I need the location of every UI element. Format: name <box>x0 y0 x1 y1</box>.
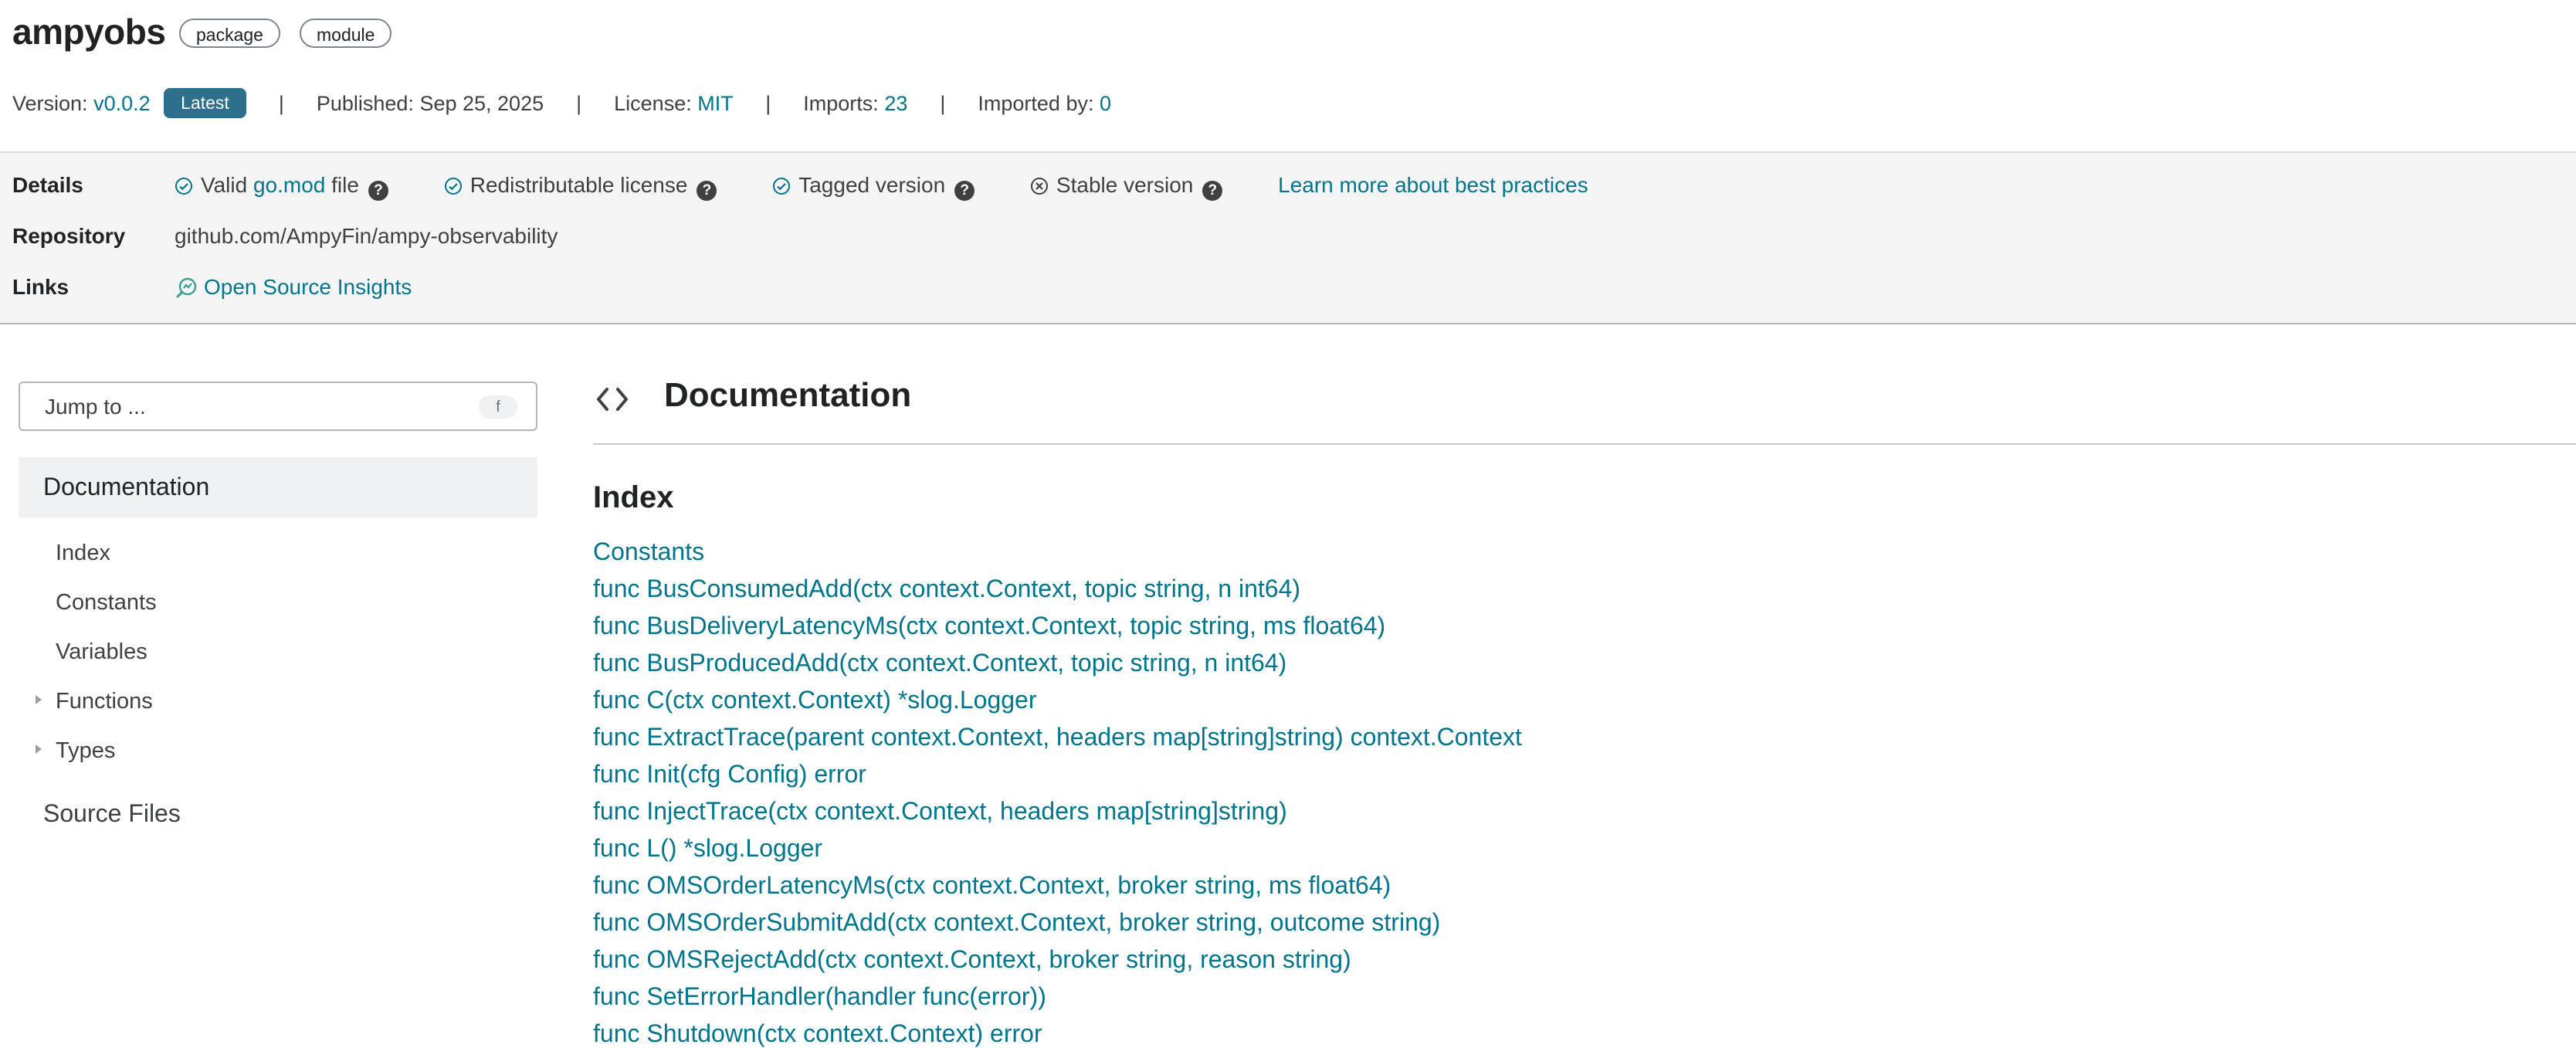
details-label: Details <box>12 173 83 197</box>
help-icon[interactable]: ? <box>1202 181 1223 201</box>
details-panel: Details Valid go.mod file? Redistributab… <box>0 151 2576 324</box>
links-label: Links <box>12 275 69 299</box>
separator: | <box>940 92 946 115</box>
sidebar-item-constants[interactable]: Constants <box>56 590 157 616</box>
published-date: Sep 25, 2025 <box>419 92 544 115</box>
details-values: Valid go.mod file? Redistributable licen… <box>175 173 1638 201</box>
index-link-func[interactable]: func OMSRejectAdd(ctx context.Context, b… <box>593 945 1351 974</box>
version-label: Version: <box>12 92 88 115</box>
separator: | <box>278 92 284 115</box>
index-link-func[interactable]: func BusConsumedAdd(ctx context.Context,… <box>593 575 1300 603</box>
help-icon[interactable]: ? <box>368 181 388 201</box>
imports-label: Imports: <box>803 92 879 115</box>
index-link-constants[interactable]: Constants <box>593 538 704 566</box>
index-link-func[interactable]: func C(ctx context.Context) *slog.Logger <box>593 686 1037 714</box>
published-label: Published: <box>316 92 414 115</box>
index-heading: Index <box>593 480 674 514</box>
jump-shortcut-hint: f <box>479 395 517 419</box>
sidebar-item-functions[interactable]: Functions <box>56 689 153 714</box>
sidebar-item-types[interactable]: Types <box>56 738 115 764</box>
valid-suffix: file <box>331 173 359 197</box>
jump-to-box[interactable]: f <box>19 382 537 431</box>
imported-by-label: Imported by: <box>978 92 1094 115</box>
index-link-func[interactable]: func BusDeliveryLatencyMs(ctx context.Co… <box>593 612 1385 640</box>
separator: | <box>765 92 771 115</box>
gomod-link[interactable]: go.mod <box>253 173 325 197</box>
x-circle-icon <box>1030 178 1048 195</box>
sidebar-documentation-label: Documentation <box>43 473 210 500</box>
index-link-func[interactable]: func InjectTrace(ctx context.Context, he… <box>593 797 1287 826</box>
index-link-func[interactable]: func OMSOrderSubmitAdd(ctx context.Conte… <box>593 908 1440 937</box>
imported-by-link[interactable]: 0 <box>1100 92 1111 115</box>
package-header: ampyobs package module <box>0 0 2576 77</box>
valid-gomod-item: Valid go.mod file? <box>175 173 388 201</box>
repository-link[interactable]: github.com/AmpyFin/ampy-observability <box>175 224 558 249</box>
imports-link[interactable]: 23 <box>884 92 907 115</box>
sidebar-item-source-files[interactable]: Source Files <box>43 799 181 828</box>
sidebar-item-index[interactable]: Index <box>56 541 110 566</box>
links-values: Open Source Insights <box>175 275 412 300</box>
help-icon[interactable]: ? <box>697 181 717 201</box>
insights-icon <box>176 277 197 298</box>
index-link-func[interactable]: func Shutdown(ctx context.Context) error <box>593 1019 1042 1048</box>
redistributable-label: Redistributable license <box>469 173 688 197</box>
tagged-item: Tagged version? <box>772 173 975 201</box>
open-source-insights-link[interactable]: Open Source Insights <box>204 275 412 299</box>
package-title: ampyobs <box>12 12 166 52</box>
stable-item: Stable version? <box>1030 173 1223 201</box>
index-link-func[interactable]: func BusProducedAdd(ctx context.Context,… <box>593 649 1286 677</box>
license-label: License: <box>614 92 692 115</box>
repository-label: Repository <box>12 224 126 248</box>
index-link-func[interactable]: func OMSOrderLatencyMs(ctx context.Conte… <box>593 871 1391 900</box>
code-brackets-icon <box>597 388 628 411</box>
jump-to-input[interactable] <box>43 392 463 422</box>
documentation-heading: Documentation <box>664 376 912 414</box>
check-circle-icon <box>773 178 791 195</box>
index-link-func[interactable]: func L() *slog.Logger <box>593 834 822 863</box>
help-icon[interactable]: ? <box>954 181 975 201</box>
module-chip: module <box>300 19 392 48</box>
chevron-right-icon[interactable] <box>36 695 42 704</box>
tagged-label: Tagged version <box>798 173 946 197</box>
latest-badge[interactable]: Latest <box>164 88 246 118</box>
package-chip: package <box>179 19 280 48</box>
sidebar-item-documentation[interactable]: Documentation <box>19 457 537 517</box>
sidebar-item-variables[interactable]: Variables <box>56 639 147 665</box>
stable-label: Stable version <box>1056 173 1194 197</box>
check-circle-icon <box>444 178 462 195</box>
index-link-func[interactable]: func Init(cfg Config) error <box>593 760 866 789</box>
check-circle-icon <box>175 178 192 195</box>
separator: | <box>576 92 582 115</box>
learn-more-link[interactable]: Learn more about best practices <box>1278 173 1588 198</box>
divider <box>593 443 2576 445</box>
chevron-right-icon[interactable] <box>36 744 42 754</box>
valid-prefix: Valid <box>201 173 248 197</box>
index-link-func[interactable]: func SetErrorHandler(handler func(error)… <box>593 982 1046 1011</box>
redistributable-item: Redistributable license? <box>444 173 717 201</box>
index-link-func[interactable]: func ExtractTrace(parent context.Context… <box>593 723 1522 751</box>
license-link[interactable]: MIT <box>697 92 733 115</box>
package-meta: Version: v0.0.2 Latest | Published: Sep … <box>12 88 1111 118</box>
version-link[interactable]: v0.0.2 <box>93 92 151 115</box>
